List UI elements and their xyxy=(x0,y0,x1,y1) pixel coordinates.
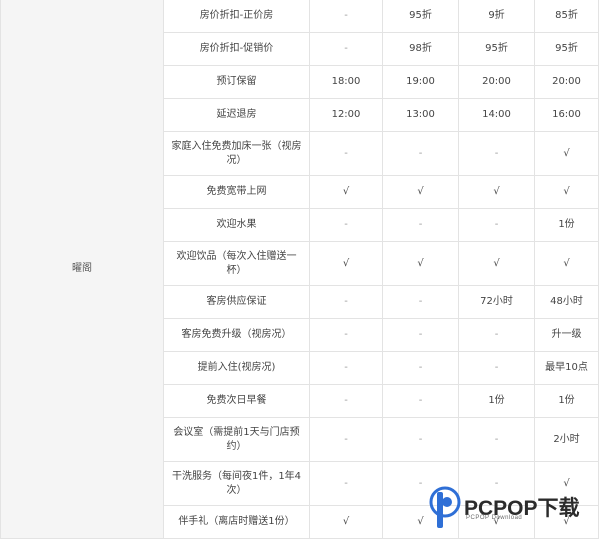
benefit-label: 房价折扣-正价房 xyxy=(163,0,310,33)
benefit-value-tier-3: - xyxy=(458,351,535,385)
benefit-value-tier-1: - xyxy=(309,318,383,352)
benefit-value-tier-4: √ xyxy=(534,461,599,506)
benefit-label: 欢迎水果 xyxy=(163,208,310,242)
benefit-value-tier-4: √ xyxy=(534,175,599,209)
benefit-value-tier-1: - xyxy=(309,461,383,506)
benefit-label: 会议室（需提前1天与门店预约） xyxy=(163,417,310,462)
benefit-label: 客房免费升级（视房况） xyxy=(163,318,310,352)
benefit-label: 免费宽带上网 xyxy=(163,175,310,209)
benefit-value-tier-3: 1份 xyxy=(458,384,535,418)
benefit-value-tier-1: - xyxy=(309,0,383,33)
benefit-value-tier-3: √ xyxy=(458,505,535,539)
benefit-value-tier-2: 13:00 xyxy=(382,98,459,132)
benefit-label: 预订保留 xyxy=(163,65,310,99)
benefit-value-tier-4: 最早10点 xyxy=(534,351,599,385)
benefit-value-tier-4: 升一级 xyxy=(534,318,599,352)
benefit-value-tier-4: 95折 xyxy=(534,32,599,66)
benefit-label: 伴手礼（离店时赠送1份） xyxy=(163,505,310,539)
benefit-value-tier-4: √ xyxy=(534,241,599,286)
benefit-value-tier-2: √ xyxy=(382,241,459,286)
benefit-value-tier-1: 18:00 xyxy=(309,65,383,99)
benefit-value-tier-1: √ xyxy=(309,241,383,286)
benefit-value-tier-3: √ xyxy=(458,175,535,209)
benefit-value-tier-2: √ xyxy=(382,505,459,539)
benefit-value-tier-3: 72小时 xyxy=(458,285,535,319)
benefit-value-tier-4: √ xyxy=(534,505,599,539)
benefit-value-tier-3: 95折 xyxy=(458,32,535,66)
benefit-value-tier-3: - xyxy=(458,131,535,176)
benefit-value-tier-2: - xyxy=(382,417,459,462)
benefit-value-tier-1: √ xyxy=(309,505,383,539)
benefit-value-tier-2: 95折 xyxy=(382,0,459,33)
table-row: 曜阁 房价折扣-正价房 -95折 9折 85折 xyxy=(0,0,599,539)
benefit-label: 延迟退房 xyxy=(163,98,310,132)
benefit-value-tier-2: - xyxy=(382,461,459,506)
benefit-value-tier-1: - xyxy=(309,208,383,242)
benefit-value-tier-3: - xyxy=(458,461,535,506)
benefit-value-tier-4: 1份 xyxy=(534,208,599,242)
benefit-value-tier-3: - xyxy=(458,318,535,352)
benefit-value-tier-1: - xyxy=(309,417,383,462)
benefit-value-tier-2: - xyxy=(382,208,459,242)
benefit-value-tier-3: 14:00 xyxy=(458,98,535,132)
benefit-value-tier-2: - xyxy=(382,131,459,176)
benefit-label: 欢迎饮品（每次入住赠送一杯） xyxy=(163,241,310,286)
benefit-value-tier-3: 20:00 xyxy=(458,65,535,99)
benefit-value-tier-4: 85折 xyxy=(534,0,599,33)
benefit-value-tier-4: √ xyxy=(534,131,599,176)
benefit-label: 家庭入住免费加床一张（视房况） xyxy=(163,131,310,176)
benefit-value-tier-2: - xyxy=(382,384,459,418)
benefit-value-tier-3: - xyxy=(458,417,535,462)
benefit-value-tier-1: - xyxy=(309,32,383,66)
benefit-label: 客房供应保证 xyxy=(163,285,310,319)
benefit-value-tier-1: √ xyxy=(309,175,383,209)
tier-group-label: 曜阁 xyxy=(0,0,164,539)
benefit-value-tier-3: 9折 xyxy=(458,0,535,33)
benefit-value-tier-1: - xyxy=(309,384,383,418)
benefit-value-tier-4: 1份 xyxy=(534,384,599,418)
benefit-label: 免费次日早餐 xyxy=(163,384,310,418)
benefit-value-tier-1: 12:00 xyxy=(309,98,383,132)
benefit-label: 干洗服务（每间夜1件，1年4次） xyxy=(163,461,310,506)
benefit-value-tier-2: √ xyxy=(382,175,459,209)
benefit-label: 房价折扣-促销价 xyxy=(163,32,310,66)
benefit-value-tier-4: 20:00 xyxy=(534,65,599,99)
benefit-value-tier-1: - xyxy=(309,351,383,385)
benefit-value-tier-2: - xyxy=(382,351,459,385)
benefit-value-tier-3: - xyxy=(458,208,535,242)
benefit-value-tier-1: - xyxy=(309,131,383,176)
benefit-value-tier-4: 48小时 xyxy=(534,285,599,319)
benefit-value-tier-4: 2小时 xyxy=(534,417,599,462)
benefit-value-tier-4: 16:00 xyxy=(534,98,599,132)
benefit-value-tier-2: - xyxy=(382,318,459,352)
benefit-value-tier-2: - xyxy=(382,285,459,319)
benefits-table: 曜阁 房价折扣-正价房 -95折 9折 85折 房价折扣-促销价 -98折 95折 95折 预订保… xyxy=(0,0,599,539)
benefit-value-tier-1: - xyxy=(309,285,383,319)
benefit-value-tier-3: √ xyxy=(458,241,535,286)
benefit-value-tier-2: 98折 xyxy=(382,32,459,66)
benefit-value-tier-2: 19:00 xyxy=(382,65,459,99)
benefit-label: 提前入住(视房况) xyxy=(163,351,310,385)
